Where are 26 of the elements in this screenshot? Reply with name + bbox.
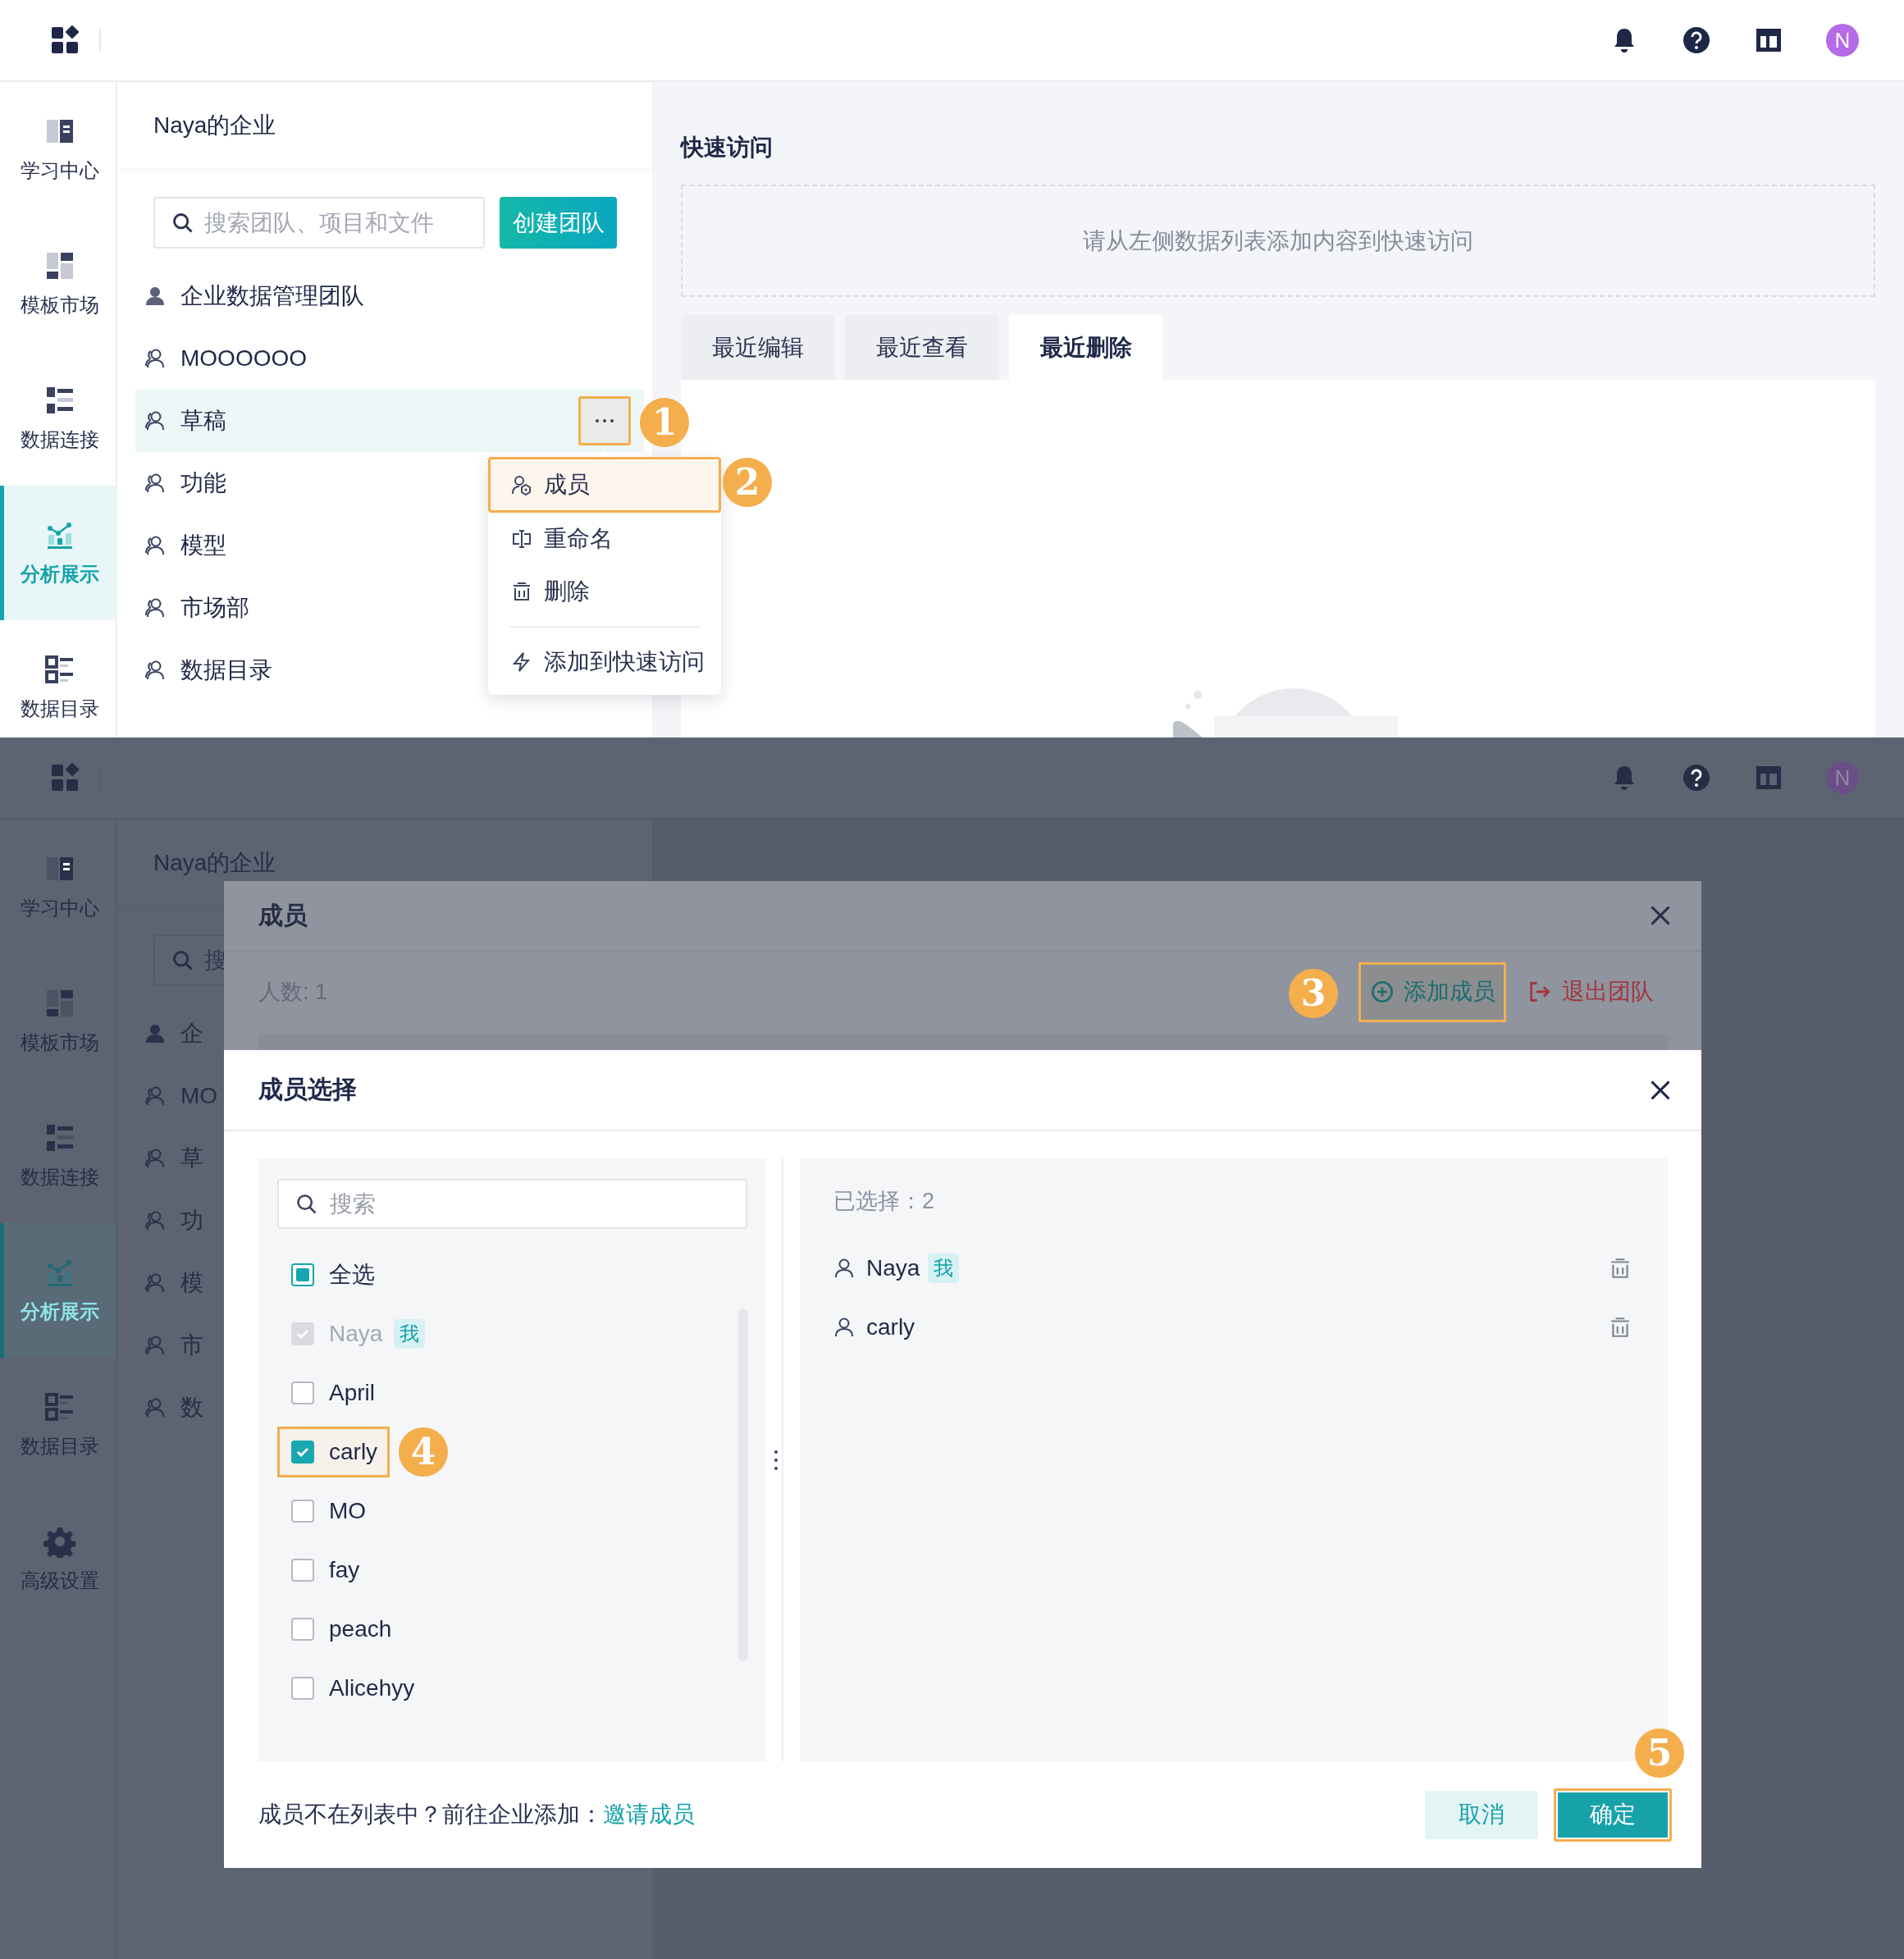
dialog-title: 成员选择 <box>258 1075 357 1104</box>
team-name: 功能 <box>180 469 226 497</box>
member-name: fay <box>329 1557 360 1583</box>
member-name: carly <box>866 1314 915 1340</box>
member-name: Naya <box>866 1255 920 1281</box>
team-name: 草稿 <box>180 407 226 435</box>
empty-hint: 请从左侧数据列表添加内容到快速访问 <box>1083 226 1473 255</box>
team-name: MOOOOOO <box>180 345 307 372</box>
team-name: 模型 <box>180 532 226 559</box>
member-name: Alicehyy <box>329 1675 415 1701</box>
member-name: April <box>329 1380 375 1406</box>
team-name: 数据目录 <box>180 656 272 684</box>
dialog-title: 成员 <box>258 900 308 930</box>
me-tag: 我 <box>394 1319 426 1349</box>
footer-note: 成员不在列表中？前往企业添加： <box>258 1801 603 1829</box>
member-name: peach <box>329 1616 392 1642</box>
section-title: 快速访问 <box>681 134 774 162</box>
team-name: 企业数据管理团队 <box>180 282 364 310</box>
select-all-label: 全选 <box>329 1261 375 1289</box>
team-name: 市场部 <box>180 594 249 622</box>
selected-count: 已选择：2 <box>833 1188 936 1215</box>
member-name: Naya <box>329 1321 383 1347</box>
organization-name: Naya的企业 <box>153 111 276 139</box>
member-name: carly <box>329 1439 378 1465</box>
me-tag: 我 <box>928 1253 960 1283</box>
member-name: MO <box>329 1498 367 1524</box>
